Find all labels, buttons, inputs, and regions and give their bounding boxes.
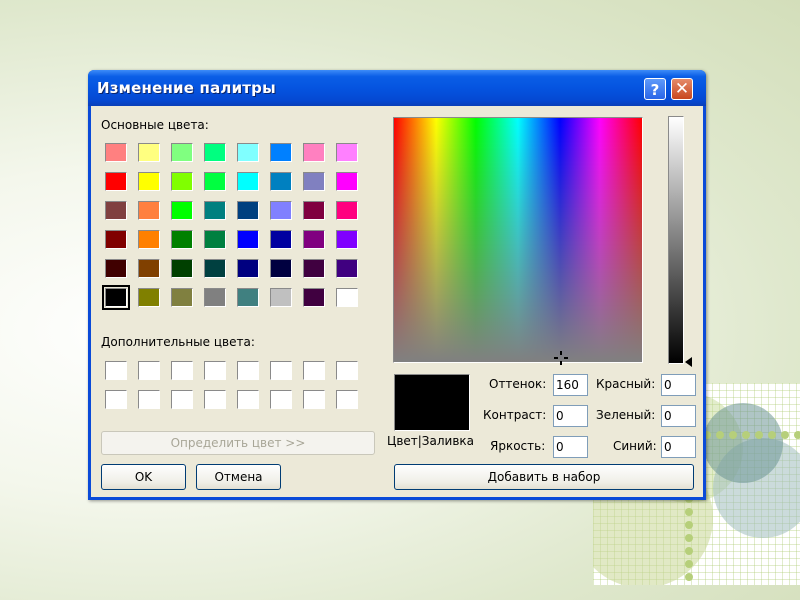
basic-color-swatch[interactable]	[105, 230, 127, 249]
basic-color-swatch[interactable]	[171, 288, 193, 307]
basic-color-swatch[interactable]	[336, 143, 358, 162]
spectrum-saturation-layer	[394, 118, 642, 362]
custom-color-swatch[interactable]	[237, 390, 259, 409]
basic-color-swatch[interactable]	[237, 143, 259, 162]
decorative-dots	[703, 431, 800, 439]
basic-color-swatch[interactable]	[336, 230, 358, 249]
custom-color-swatch[interactable]	[336, 390, 358, 409]
basic-color-swatch[interactable]	[204, 230, 226, 249]
luminosity-label: Яркость:	[490, 439, 546, 453]
custom-color-swatch[interactable]	[204, 361, 226, 380]
basic-color-swatch[interactable]	[303, 201, 325, 220]
luminosity-slider[interactable]	[668, 116, 684, 364]
blue-input[interactable]: 0	[661, 436, 696, 458]
basic-color-swatch[interactable]	[171, 143, 193, 162]
basic-color-swatch[interactable]	[204, 288, 226, 307]
basic-color-swatch[interactable]	[303, 172, 325, 191]
basic-color-swatch[interactable]	[138, 201, 160, 220]
basic-color-swatch[interactable]	[270, 259, 292, 278]
custom-color-swatch[interactable]	[171, 361, 193, 380]
basic-color-swatch[interactable]	[336, 259, 358, 278]
custom-color-swatch[interactable]	[138, 361, 160, 380]
basic-color-swatch[interactable]	[105, 172, 127, 191]
crosshair-icon[interactable]	[554, 351, 568, 365]
basic-color-swatch[interactable]	[270, 172, 292, 191]
edit-colors-dialog: Изменение палитры ? ✕ Основные цвета: До…	[88, 70, 706, 500]
basic-color-swatch[interactable]	[138, 288, 160, 307]
basic-color-swatch[interactable]	[270, 201, 292, 220]
basic-color-swatch[interactable]	[138, 143, 160, 162]
ok-button[interactable]: OK	[101, 464, 186, 490]
define-custom-colors-button[interactable]: Определить цвет >>	[101, 431, 375, 455]
color-solid-label: Цвет|Заливка	[387, 434, 474, 448]
custom-color-swatch[interactable]	[303, 390, 325, 409]
red-input[interactable]: 0	[661, 374, 696, 396]
basic-color-swatch[interactable]	[237, 288, 259, 307]
luminosity-arrow-icon[interactable]	[685, 357, 692, 367]
basic-color-swatch[interactable]	[138, 172, 160, 191]
decorative-circle	[703, 403, 783, 483]
basic-color-swatch[interactable]	[237, 230, 259, 249]
basic-color-swatch[interactable]	[105, 143, 127, 162]
basic-color-swatch[interactable]	[105, 259, 127, 278]
red-label: Красный:	[596, 377, 656, 391]
basic-color-swatch[interactable]	[204, 143, 226, 162]
basic-color-swatch[interactable]	[138, 259, 160, 278]
luminosity-input[interactable]: 0	[553, 436, 588, 458]
basic-color-swatch[interactable]	[303, 230, 325, 249]
help-button[interactable]: ?	[644, 78, 666, 100]
basic-color-swatch[interactable]	[237, 201, 259, 220]
custom-color-swatch[interactable]	[105, 390, 127, 409]
dialog-client-area: Основные цвета: Дополнительные цвета: Оп…	[91, 106, 703, 497]
basic-colors-label: Основные цвета:	[101, 118, 209, 132]
close-button[interactable]: ✕	[671, 78, 693, 100]
custom-color-swatch[interactable]	[171, 390, 193, 409]
basic-color-swatch[interactable]	[171, 259, 193, 278]
basic-color-swatch[interactable]	[303, 288, 325, 307]
basic-color-swatch[interactable]	[303, 143, 325, 162]
basic-color-swatch[interactable]	[204, 259, 226, 278]
basic-color-swatch[interactable]	[336, 288, 358, 307]
basic-color-swatch[interactable]	[171, 230, 193, 249]
basic-color-swatch[interactable]	[171, 201, 193, 220]
basic-color-swatch[interactable]	[138, 230, 160, 249]
add-to-custom-colors-button[interactable]: Добавить в набор	[394, 464, 694, 490]
custom-color-swatch[interactable]	[105, 361, 127, 380]
custom-color-swatch[interactable]	[303, 361, 325, 380]
basic-color-swatch[interactable]	[105, 201, 127, 220]
saturation-input[interactable]: 0	[553, 405, 588, 427]
custom-colors-label: Дополнительные цвета:	[101, 335, 255, 349]
custom-color-swatch[interactable]	[270, 390, 292, 409]
custom-color-swatch[interactable]	[336, 361, 358, 380]
basic-color-swatch[interactable]	[204, 172, 226, 191]
custom-color-swatch[interactable]	[270, 361, 292, 380]
basic-color-swatch[interactable]	[102, 285, 130, 310]
basic-color-swatch[interactable]	[270, 288, 292, 307]
basic-color-swatch[interactable]	[204, 201, 226, 220]
basic-color-swatch[interactable]	[270, 143, 292, 162]
saturation-label: Контраст:	[483, 408, 547, 422]
basic-color-swatch[interactable]	[336, 201, 358, 220]
color-spectrum[interactable]	[393, 117, 643, 363]
cancel-button[interactable]: Отмена	[196, 464, 281, 490]
basic-color-swatch[interactable]	[336, 172, 358, 191]
custom-color-swatch[interactable]	[138, 390, 160, 409]
basic-color-swatch[interactable]	[237, 259, 259, 278]
basic-color-swatch[interactable]	[237, 172, 259, 191]
custom-color-swatch[interactable]	[237, 361, 259, 380]
green-label: Зеленый:	[596, 408, 656, 422]
custom-color-swatch[interactable]	[204, 390, 226, 409]
hue-input[interactable]: 160	[553, 374, 588, 396]
dialog-title: Изменение палитры	[97, 79, 276, 97]
blue-label: Синий:	[613, 439, 657, 453]
title-bar[interactable]: Изменение палитры ? ✕	[88, 70, 706, 106]
green-input[interactable]: 0	[661, 405, 696, 427]
hue-label: Оттенок:	[489, 377, 547, 391]
basic-color-swatch[interactable]	[270, 230, 292, 249]
basic-color-swatch[interactable]	[171, 172, 193, 191]
color-preview	[394, 374, 470, 431]
basic-color-swatch[interactable]	[303, 259, 325, 278]
